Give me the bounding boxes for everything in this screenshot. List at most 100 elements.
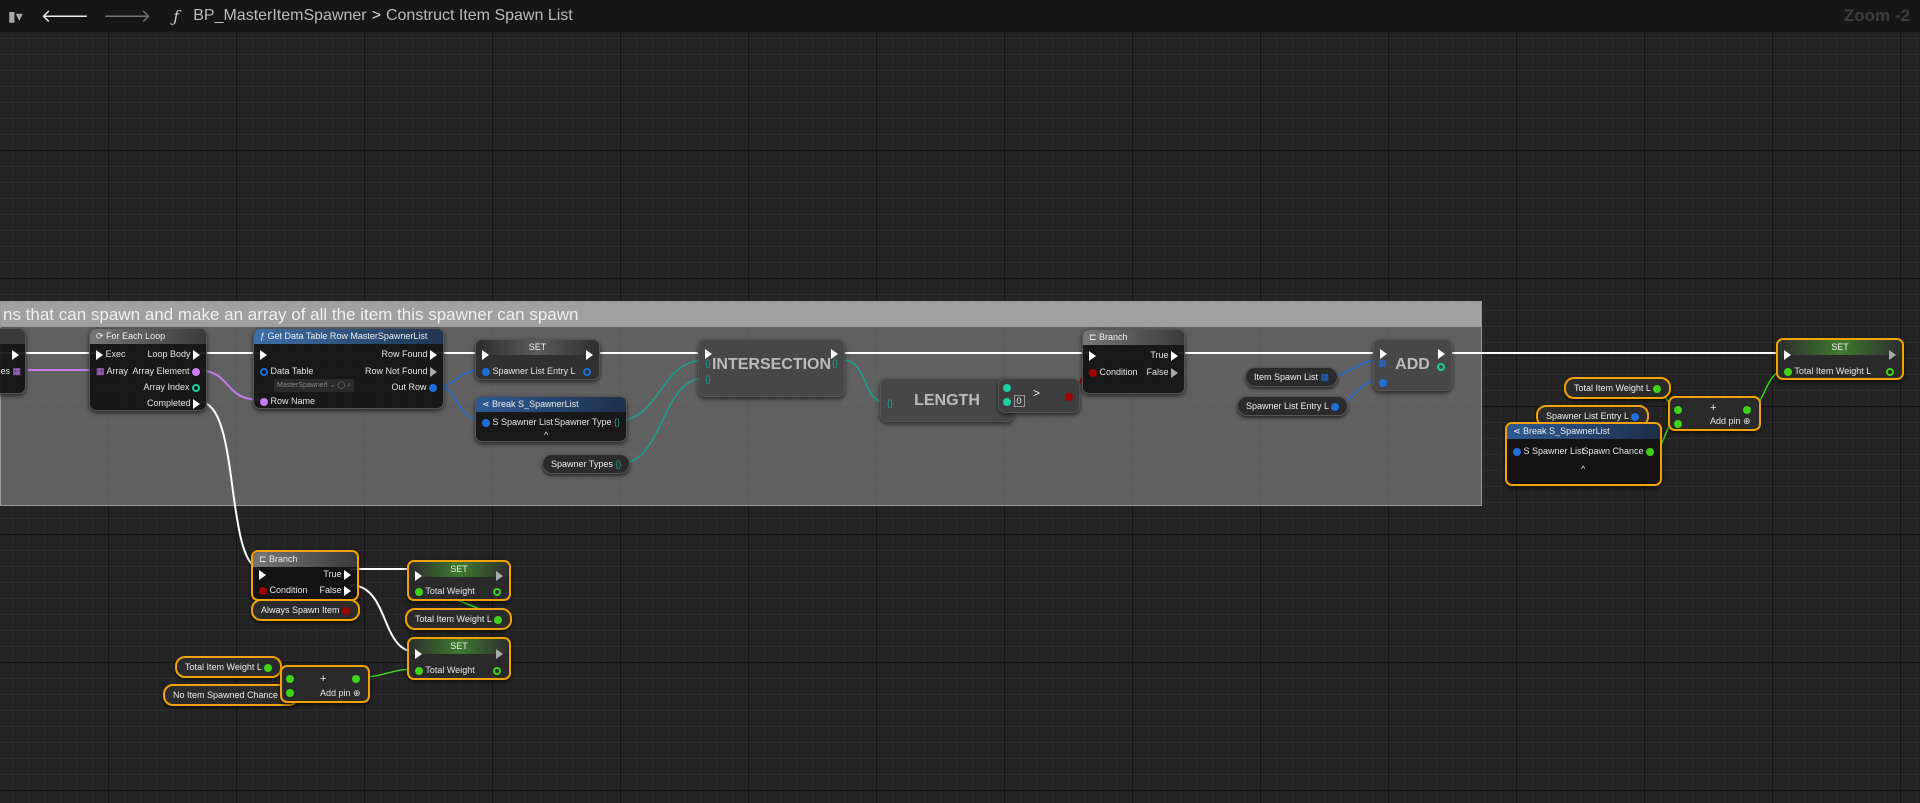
exec-in-pin[interactable] xyxy=(1784,349,1791,360)
comment-text[interactable]: ns that can spawn and make an array of a… xyxy=(1,302,1481,327)
total-item-weight-variable[interactable]: Total Item Weight L xyxy=(175,656,283,678)
set-in-pin[interactable]: {} xyxy=(705,374,711,385)
name-pin[interactable] xyxy=(260,397,268,406)
always-spawn-item-variable[interactable]: Always Spawn Item xyxy=(251,599,361,621)
set-pin[interactable]: {} xyxy=(614,417,620,427)
greater-than-node[interactable]: 0 > xyxy=(998,378,1080,413)
add-float-node[interactable]: + Add pin ⊕ xyxy=(1668,396,1761,431)
int-pin[interactable] xyxy=(1437,362,1445,371)
struct-pin[interactable] xyxy=(1379,378,1387,387)
branch-node[interactable]: ⊏ Branch Condition True False xyxy=(251,550,359,601)
struct-pin[interactable] xyxy=(1631,412,1640,421)
array-pin-icon[interactable]: ▦ xyxy=(1378,358,1387,369)
object-pin[interactable] xyxy=(260,367,268,376)
float-pin[interactable] xyxy=(286,674,294,683)
float-out-pin[interactable] xyxy=(493,587,501,596)
total-item-weight-variable[interactable]: Total Item Weight L xyxy=(1564,377,1672,399)
for-each-loop-node[interactable]: ⟳ For Each Loop Exec ▦ Array Loop Body A… xyxy=(89,328,207,411)
float-pin[interactable] xyxy=(1784,367,1792,376)
int-pin[interactable] xyxy=(1003,383,1011,392)
item-spawn-list-variable[interactable]: Item Spawn List ▦ xyxy=(1245,367,1339,387)
exec-out-pin[interactable] xyxy=(1889,349,1896,360)
exec-in-pin[interactable] xyxy=(415,648,422,659)
name-pin[interactable] xyxy=(192,367,200,376)
exec-out-pin[interactable] xyxy=(344,585,351,596)
exec-out-pin[interactable] xyxy=(586,349,593,360)
set-spawner-list-entry-node[interactable]: SET Spawner List Entry L xyxy=(475,339,600,380)
break-spawner-list-node[interactable]: ⋖ Break S_SpawnerList S Spawner List Spa… xyxy=(475,396,627,442)
bookmark-icon[interactable]: ▮▾ xyxy=(8,8,23,25)
exec-out-pin[interactable] xyxy=(430,366,437,377)
breadcrumb-parent[interactable]: BP_MasterItemSpawner xyxy=(193,7,366,25)
exec-in-pin[interactable] xyxy=(259,569,266,580)
exec-out-pin[interactable] xyxy=(1438,348,1445,359)
float-out-pin[interactable] xyxy=(1743,405,1751,414)
float-pin[interactable] xyxy=(1674,419,1682,428)
float-pin[interactable] xyxy=(1674,405,1682,414)
add-pin-button[interactable]: Add pin ⊕ xyxy=(1710,416,1751,427)
exec-in-pin[interactable] xyxy=(260,349,267,360)
break-spawner-list-node[interactable]: ⋖ Break S_SpawnerList S Spawner List Spa… xyxy=(1505,422,1662,486)
array-pin-icon[interactable]: ▦ xyxy=(1321,372,1330,382)
float-out-pin[interactable] xyxy=(1886,367,1894,376)
array-pin-icon[interactable]: ▦ xyxy=(96,366,105,376)
struct-out-pin[interactable] xyxy=(583,367,591,376)
set-out-pin[interactable]: {} xyxy=(832,358,838,369)
struct-pin[interactable] xyxy=(1331,402,1340,411)
bool-pin[interactable] xyxy=(1089,368,1097,377)
exec-out-pin[interactable] xyxy=(496,648,503,659)
intersection-node[interactable]: INTERSECTION {} {} {} xyxy=(698,339,845,397)
expand-arrow-icon[interactable]: ^ xyxy=(1581,464,1585,475)
forward-arrow-icon[interactable]: 🡒 xyxy=(103,6,151,27)
int-pin[interactable] xyxy=(192,383,200,392)
exec-in-pin[interactable] xyxy=(1089,350,1096,361)
int-pin[interactable] xyxy=(1003,397,1011,406)
bool-pin[interactable] xyxy=(342,606,351,615)
bool-pin[interactable] xyxy=(1065,392,1073,401)
data-table-dropdown[interactable]: MasterSpawnerl ⌄ ◯ ⌕ xyxy=(274,379,355,392)
set-total-weight-node[interactable]: SET Total Weight xyxy=(407,560,511,601)
set-in-pin[interactable]: {} xyxy=(887,398,893,409)
array-add-node[interactable]: ADD ▦ xyxy=(1373,339,1452,391)
add-pin-button[interactable]: Add pin ⊕ xyxy=(320,688,361,699)
compare-value-input[interactable]: 0 xyxy=(1013,395,1025,407)
set-total-item-weight-node[interactable]: SET Total Item Weight L xyxy=(1776,338,1904,380)
exec-out-pin[interactable] xyxy=(1171,350,1178,361)
float-out-pin[interactable] xyxy=(352,674,360,683)
float-pin[interactable] xyxy=(415,587,423,596)
add-float-node[interactable]: + Add pin ⊕ xyxy=(280,665,370,703)
struct-pin[interactable] xyxy=(429,383,437,392)
partial-node[interactable]: mes ▦ xyxy=(0,328,26,394)
spawner-list-entry-variable[interactable]: Spawner List Entry L xyxy=(1237,396,1349,416)
float-pin[interactable] xyxy=(494,615,503,624)
float-pin[interactable] xyxy=(286,688,294,697)
exec-in-pin[interactable] xyxy=(482,349,489,360)
exec-out-pin[interactable] xyxy=(430,349,437,360)
branch-node[interactable]: ⊏ Branch Condition True False xyxy=(1082,329,1185,394)
spawner-types-variable[interactable]: Spawner Types {} xyxy=(542,454,631,474)
set-total-weight-node[interactable]: SET Total Weight xyxy=(407,637,511,680)
float-pin[interactable] xyxy=(264,663,273,672)
exec-out-pin[interactable] xyxy=(344,569,351,580)
struct-pin[interactable] xyxy=(482,367,490,376)
total-item-weight-variable[interactable]: Total Item Weight L xyxy=(405,608,513,630)
exec-out-pin[interactable] xyxy=(12,349,19,360)
float-pin[interactable] xyxy=(1646,447,1654,456)
set-pin[interactable]: {} xyxy=(615,459,621,469)
exec-out-pin[interactable] xyxy=(193,398,200,409)
exec-out-pin[interactable] xyxy=(496,570,503,581)
exec-in-pin[interactable] xyxy=(415,570,422,581)
exec-out-pin[interactable] xyxy=(193,349,200,360)
exec-in-pin[interactable] xyxy=(96,349,103,360)
back-arrow-icon[interactable]: 🡐 xyxy=(41,6,89,27)
expand-arrow-icon[interactable]: ^ xyxy=(544,430,548,441)
no-item-spawned-chance-variable[interactable]: No Item Spawned Chance xyxy=(163,684,299,706)
get-data-table-row-node[interactable]: ƒ Get Data Table Row MasterSpawnerList D… xyxy=(253,328,444,409)
struct-pin[interactable] xyxy=(1513,447,1521,456)
exec-out-pin[interactable] xyxy=(1171,367,1178,378)
array-pin-icon[interactable]: ▦ xyxy=(12,366,21,376)
length-node[interactable]: LENGTH {} xyxy=(880,378,1014,422)
float-pin[interactable] xyxy=(1653,384,1662,393)
float-out-pin[interactable] xyxy=(493,666,501,675)
struct-pin[interactable] xyxy=(482,418,490,427)
